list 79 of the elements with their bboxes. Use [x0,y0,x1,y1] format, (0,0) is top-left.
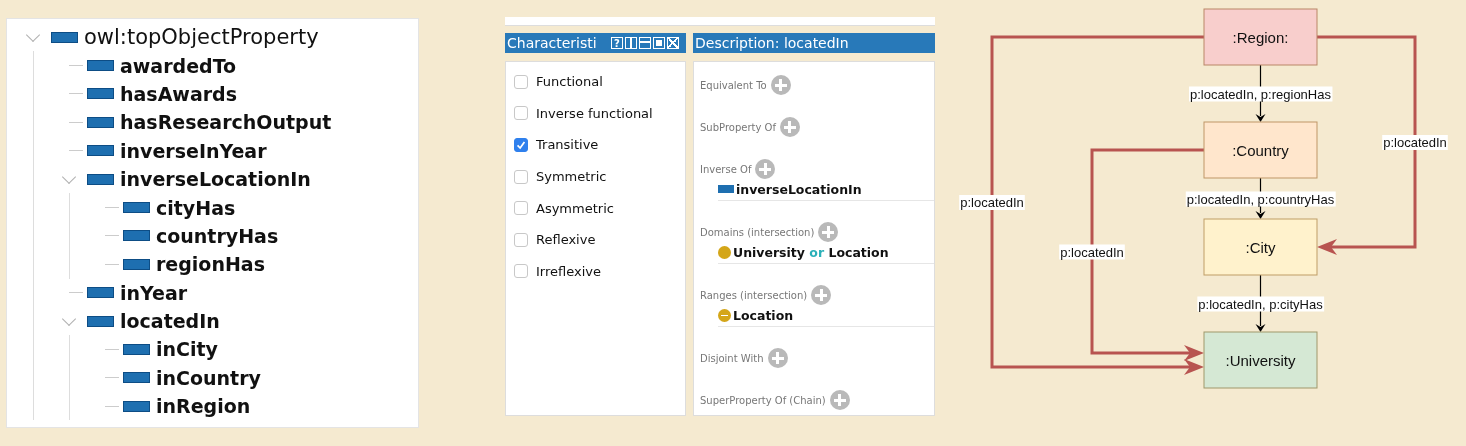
checkbox-label: Asymmetric [536,200,614,216]
property-icon [87,88,114,100]
property-icon [87,145,114,157]
tree-item[interactable]: inCountry [156,366,261,389]
property-icon [87,315,114,327]
class-node: :Region: [1203,8,1318,66]
property-icon [87,287,114,299]
checkbox-label: Transitive [536,137,599,153]
close-icon[interactable] [667,37,679,49]
property-icon [87,173,114,185]
section-label: SubProperty Of [700,121,776,133]
tree-item[interactable]: inYear [120,281,188,304]
property-icon [87,60,114,72]
edge-label: p:locatedIn [1059,244,1125,260]
section-label: SuperProperty Of (Chain) [700,394,826,406]
property-icon [718,185,734,193]
edge-label: p:locatedIn, p:cityHas [1197,296,1325,312]
section-label: Equivalent To [700,79,767,91]
entity-expression[interactable]: inverseLocationIn [736,181,862,197]
class-node: :City [1203,218,1318,276]
add-icon[interactable] [779,117,800,137]
checkbox[interactable] [514,169,528,184]
add-icon[interactable] [829,390,850,410]
add-icon[interactable] [818,222,839,242]
entity-expression[interactable]: Location [733,307,794,323]
checkbox-label: Symmetric [536,169,607,185]
tree-item[interactable]: inverseInYear [120,139,267,162]
checkbox-label: Inverse functional [536,105,653,121]
class-node: :Country [1203,121,1318,179]
property-icon [87,116,114,128]
maximize-icon[interactable] [653,37,665,49]
section-label: Disjoint With [700,352,764,364]
property-icon [123,230,150,242]
tree-item[interactable]: awardedTo [120,54,237,77]
add-icon[interactable] [811,285,832,305]
property-icon [123,258,150,270]
checkbox[interactable] [514,232,528,247]
property-icon [123,202,150,214]
entity-expression[interactable]: University or Location [733,244,889,260]
defined-class-icon [718,308,731,322]
tree-item[interactable]: hasResearchOutput [120,111,332,134]
section-label: Inverse Of [700,163,752,175]
section-label: Ranges (intersection) [700,289,808,301]
tree-item[interactable]: regionHas [156,253,265,276]
tree-item[interactable]: hasAwards [120,82,237,105]
edge-label: p:locatedIn [959,195,1025,210]
checkbox[interactable] [514,138,528,152]
property-icon [123,372,150,384]
checkbox[interactable] [514,74,528,89]
checkbox[interactable] [514,201,528,216]
section-label: Domains (intersection) [700,226,815,238]
add-icon[interactable] [767,348,788,368]
tree-item[interactable]: countryHas [156,224,279,247]
tree-item[interactable]: locatedIn [120,310,220,333]
add-icon[interactable] [755,159,776,179]
property-icon [123,400,150,412]
view-title: Description: locatedIn [695,35,849,51]
checkbox[interactable] [514,264,528,279]
add-icon[interactable] [770,75,791,95]
checkbox-label: Functional [536,74,603,90]
tree-item[interactable]: cityHas [156,196,236,219]
split-view-icon[interactable] [625,37,637,49]
edge-label: p:locatedIn [1382,135,1448,150]
tree-item[interactable]: owl:topObjectProperty [84,25,319,50]
tree-item[interactable]: inRegion [156,395,251,418]
checkbox[interactable] [514,106,528,121]
property-icon [123,344,150,355]
tree-item[interactable]: inCity [156,338,218,361]
edge-label: p:locatedIn, p:regionHas [1189,86,1333,102]
property-icon [51,31,78,43]
edge-label: p:locatedIn, p:countryHas [1185,191,1336,207]
class-node: :University [1203,331,1318,389]
help-button[interactable]: ? [611,37,623,49]
horizontal-split-icon[interactable] [639,37,651,49]
view-title: Characteristi [507,35,598,51]
class-icon [718,245,731,259]
checkbox-label: Reflexive [536,232,596,248]
tree-item[interactable]: inverseLocationIn [120,168,311,191]
checkbox-label: Irreflexive [536,263,601,279]
